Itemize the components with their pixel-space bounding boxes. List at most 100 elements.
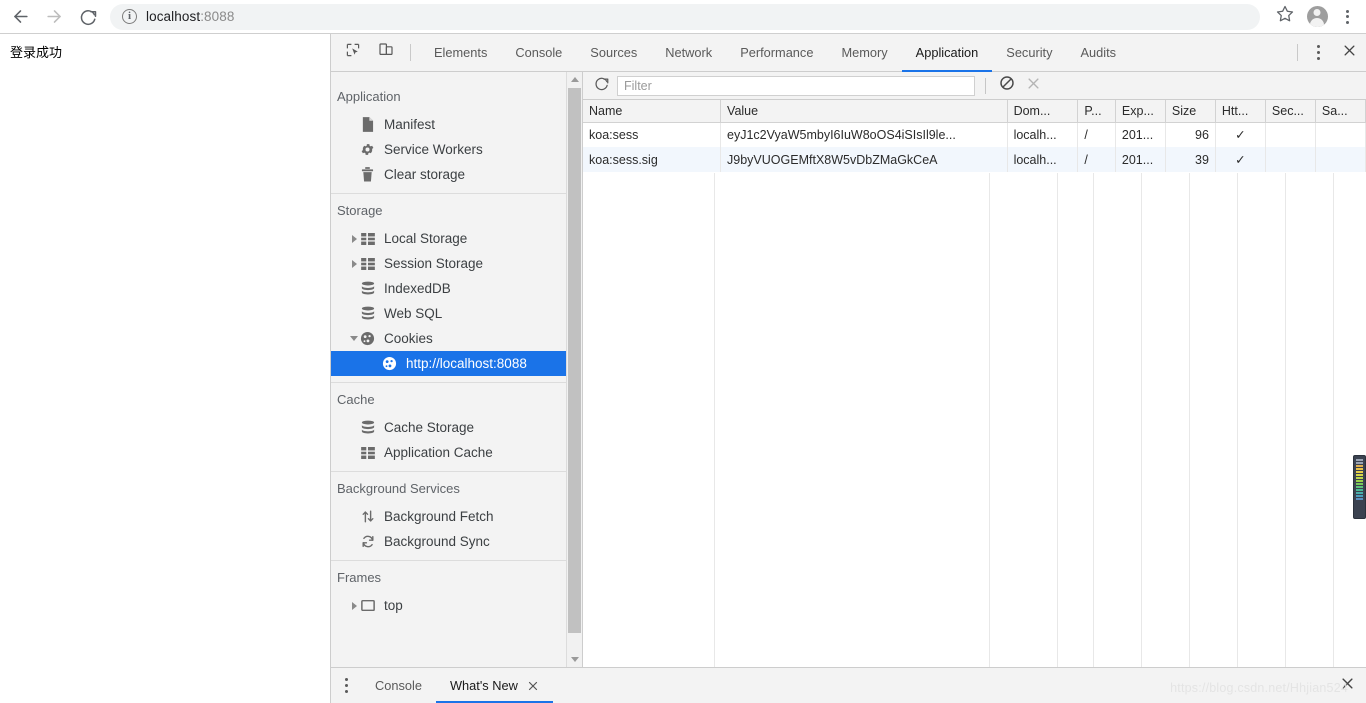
column-header-name[interactable]: Name [583,100,722,123]
device-toolbar-icon [378,42,394,63]
column-header-path[interactable]: P... [1077,100,1116,123]
table-icon [359,230,376,247]
close-icon [1026,76,1041,96]
chevron-right-icon[interactable] [349,234,359,244]
sidebar-item-indexeddb[interactable]: IndexedDB [331,276,582,301]
devtools-close-button[interactable] [1332,34,1366,71]
sidebar-item-label: top [384,597,403,613]
reload-button[interactable] [74,3,102,31]
toolbar-divider [410,44,411,61]
tab-performance[interactable]: Performance [726,34,827,71]
sidebar-item-session-storage[interactable]: Session Storage [331,251,582,276]
drawer-menu-button[interactable] [331,668,361,703]
url-host: localhost [146,9,201,24]
tab-memory[interactable]: Memory [827,34,901,71]
drawer-tab-label: What's New [449,678,518,693]
drawer-tab-whats-new[interactable]: What's New [435,668,553,703]
up-down-arrows-icon [359,508,376,525]
inspect-element-button[interactable] [336,34,369,71]
drawer-close-button[interactable] [1332,676,1362,696]
application-sidebar: Application Manifest Service Workers Cle… [331,72,583,667]
cookies-panel: Name Value Dom... P... Exp... Size Htt..… [583,72,1366,667]
bookmark-button[interactable] [1270,2,1300,32]
cell-size: 96 [1165,122,1216,147]
tab-console[interactable]: Console [501,34,576,71]
table-icon [359,444,376,461]
address-bar[interactable]: i localhost:8088 [110,3,1260,30]
column-header-httponly[interactable]: Htt... [1215,100,1266,123]
cell-expires: 201... [1115,122,1166,147]
arrow-right-icon [45,7,64,26]
back-button[interactable] [6,3,34,31]
sidebar-item-manifest[interactable]: Manifest [331,112,582,137]
tab-security[interactable]: Security [992,34,1066,71]
browser-menu-button[interactable] [1334,2,1360,32]
sidebar-item-frame-top[interactable]: top [331,593,582,618]
toolbar-divider [985,77,986,94]
sidebar-section-background-services: Background Services [337,481,460,496]
clear-all-cookies-button[interactable] [994,73,1020,99]
cookie-icon [381,355,398,372]
tab-application[interactable]: Application [901,34,993,72]
cell-samesite [1315,122,1366,147]
tab-elements[interactable]: Elements [420,34,501,71]
chevron-right-icon[interactable] [349,259,359,269]
cookies-toolbar [583,72,1366,100]
column-header-samesite[interactable]: Sa... [1315,100,1366,123]
chevron-down-icon[interactable] [349,334,359,344]
scrollbar-thumb[interactable] [568,88,581,633]
forward-button[interactable] [40,3,68,31]
column-header-domain[interactable]: Dom... [1007,100,1079,123]
close-icon [1340,676,1355,696]
database-icon [359,305,376,322]
site-info-icon[interactable]: i [122,9,137,24]
device-toolbar-button[interactable] [369,34,402,71]
sidebar-item-cookie-origin[interactable]: http://localhost:8088 [331,351,582,376]
clear-all-circle-slash-icon [999,75,1015,96]
sidebar-item-label: Local Storage [384,230,468,246]
column-header-secure[interactable]: Sec... [1265,100,1316,123]
column-header-size[interactable]: Size [1165,100,1216,123]
tab-network[interactable]: Network [651,34,726,71]
sidebar-item-web-sql[interactable]: Web SQL [331,301,582,326]
tab-sources[interactable]: Sources [576,34,651,71]
tab-audits[interactable]: Audits [1067,34,1131,71]
cell-value: eyJ1c2VyaW5mbyI6IuW8oOS4iSIsIl9le... [720,122,1008,147]
sidebar-item-background-sync[interactable]: Background Sync [331,529,582,554]
drawer-tab-close-button[interactable] [527,680,539,692]
chevron-right-icon[interactable] [349,601,359,611]
column-header-value[interactable]: Value [720,100,1008,123]
sidebar-item-cookies[interactable]: Cookies [331,326,582,351]
scrollbar-down-arrow-icon[interactable] [567,652,582,667]
delete-selected-cookie-button[interactable] [1020,73,1046,99]
cell-name: koa:sess.sig [583,147,722,172]
profile-button[interactable] [1300,2,1334,32]
frame-icon [359,597,376,614]
sidebar-item-clear-storage[interactable]: Clear storage [331,162,582,187]
sidebar-item-label: Session Storage [384,255,484,271]
sidebar-item-application-cache[interactable]: Application Cache [331,440,582,465]
filter-input[interactable] [617,75,975,96]
table-icon [359,255,376,272]
table-row[interactable]: koa:sess.sig J9byVUOGEMftX8W5vDbZMaGkCeA… [583,147,1366,172]
drawer-tab-console[interactable]: Console [361,668,436,703]
sidebar-item-service-workers[interactable]: Service Workers [331,137,582,162]
column-header-expires[interactable]: Exp... [1115,100,1166,123]
sidebar-item-cache-storage[interactable]: Cache Storage [331,415,582,440]
sidebar-item-label: Background Fetch [384,508,494,524]
edge-color-widget[interactable] [1353,455,1366,519]
trash-icon [359,166,376,183]
sidebar-item-local-storage[interactable]: Local Storage [331,226,582,251]
scrollbar-up-arrow-icon[interactable] [567,72,582,87]
sidebar-item-background-fetch[interactable]: Background Fetch [331,504,582,529]
refresh-cookies-button[interactable] [587,73,615,99]
kebab-menu-icon [344,678,348,681]
sidebar-item-label: http://localhost:8088 [406,355,527,371]
devtools-more-button[interactable] [1304,34,1332,71]
table-header-row: Name Value Dom... P... Exp... Size Htt..… [583,100,1366,123]
toolbar-right-actions [1270,2,1366,32]
table-row[interactable]: koa:sess eyJ1c2VyaW5mbyI6IuW8oOS4iSIsIl9… [583,122,1366,147]
cookie-icon [359,330,376,347]
address-bar-url: localhost:8088 [146,9,234,24]
sidebar-scrollbar[interactable] [566,72,582,667]
